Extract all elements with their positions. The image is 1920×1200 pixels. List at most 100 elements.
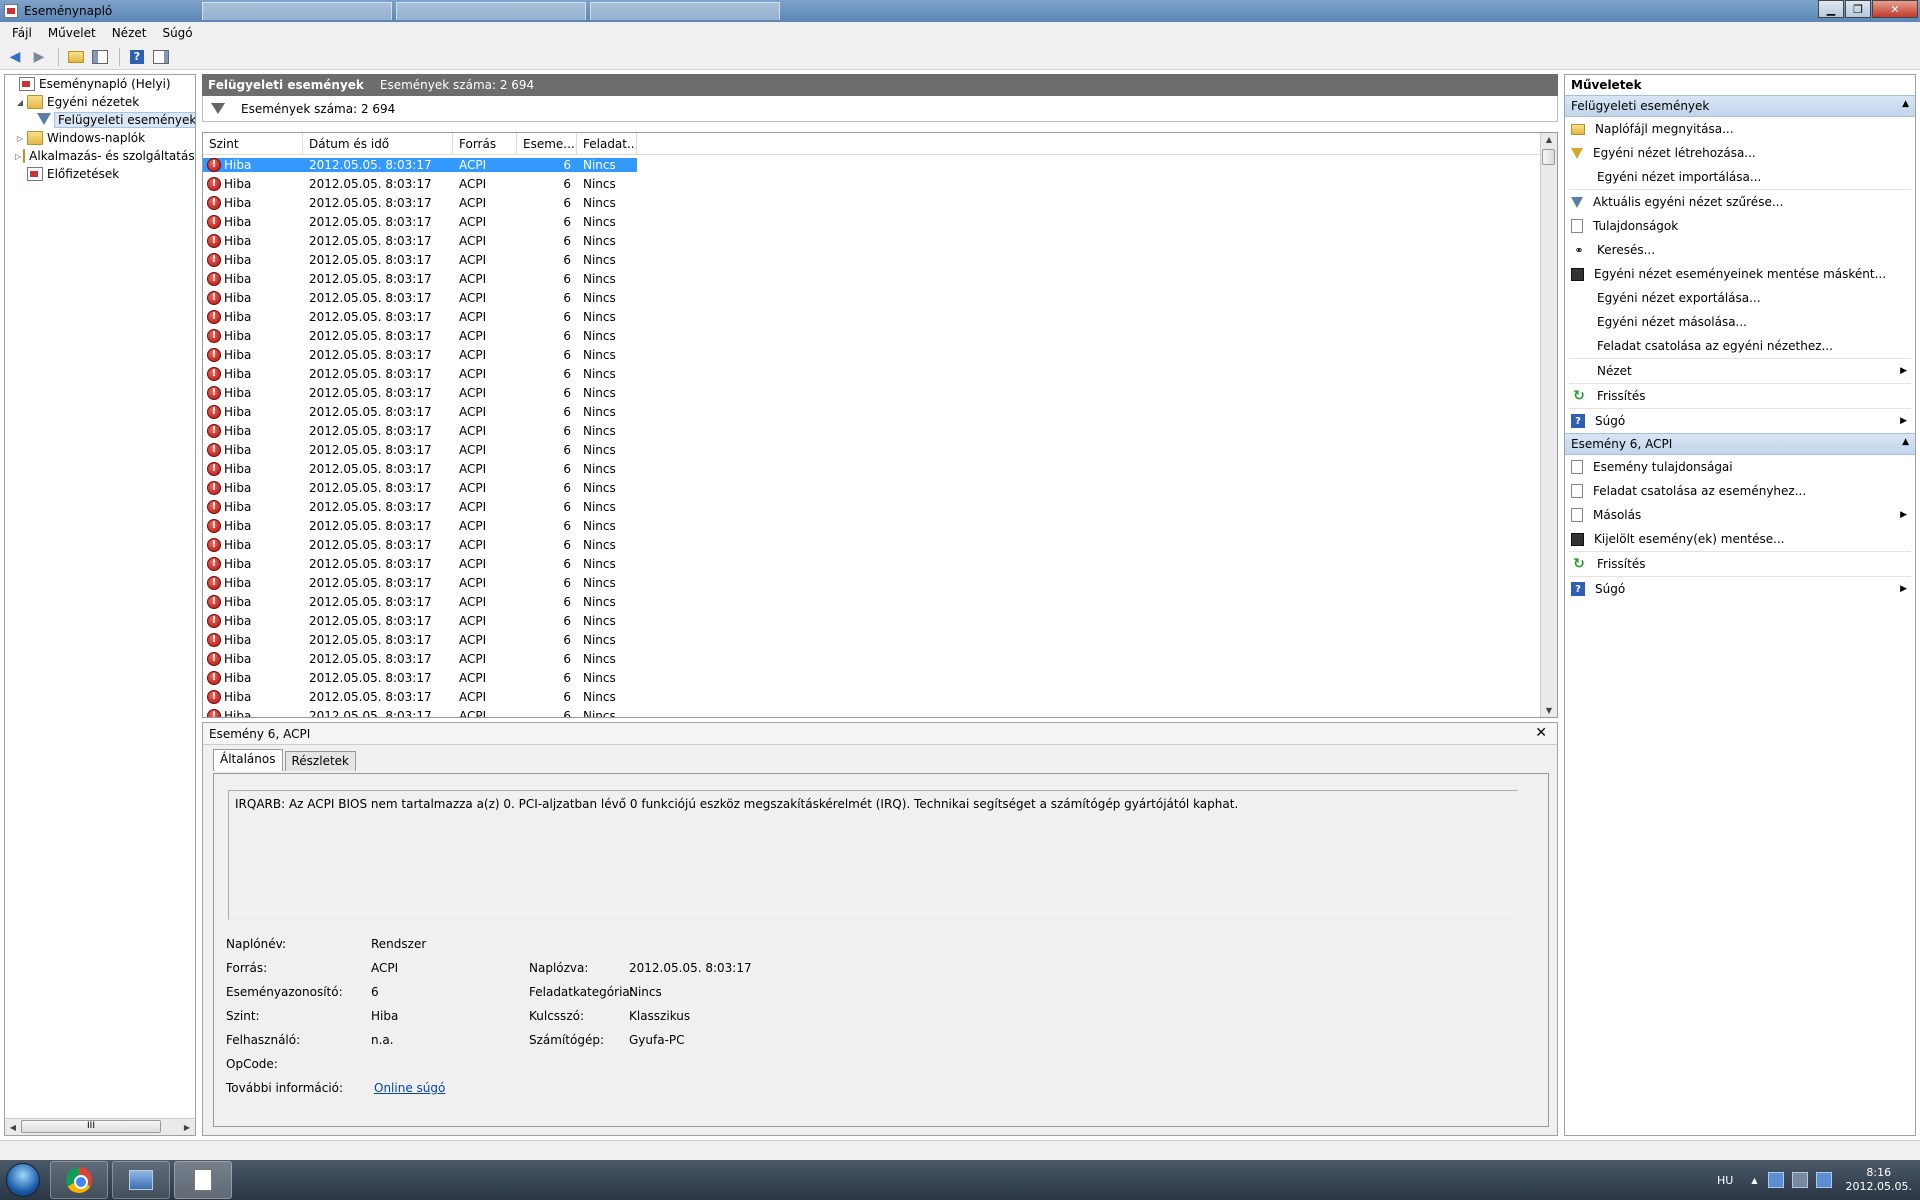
table-row[interactable]: ! Hiba 2012.05.05. 8:03:17 ACPI 6 Nincs	[203, 440, 1539, 459]
table-row[interactable]: ! Hiba 2012.05.05. 8:03:17 ACPI 6 Nincs	[203, 516, 1539, 535]
table-row[interactable]: ! Hiba 2012.05.05. 8:03:17 ACPI 6 Nincs	[203, 231, 1539, 250]
action-item[interactable]: Egyéni nézet importálása...	[1565, 165, 1915, 189]
online-help-link[interactable]: Online súgó	[371, 1081, 529, 1095]
table-row[interactable]: ! Hiba 2012.05.05. 8:03:17 ACPI 6 Nincs	[203, 459, 1539, 478]
tray-app-icon[interactable]	[1767, 1172, 1784, 1188]
tree-item-subscriptions[interactable]: Előfizetések	[5, 165, 195, 183]
table-row[interactable]: ! Hiba 2012.05.05. 8:03:17 ACPI 6 Nincs	[203, 193, 1539, 212]
expand-arrow-icon[interactable]: ▷	[15, 134, 25, 143]
menu-action[interactable]: Művelet	[40, 26, 104, 40]
scroll-right-icon[interactable]: ▶	[179, 1123, 195, 1132]
event-message[interactable]: IRQARB: Az ACPI BIOS nem tartalmazza a(z…	[228, 790, 1518, 920]
action-item[interactable]: Egyéni nézet létrehozása...	[1565, 141, 1915, 165]
action-item[interactable]: ↻ Frissítés	[1565, 384, 1915, 408]
collapse-up-icon[interactable]: ▲	[1902, 99, 1909, 109]
action-item[interactable]: Tulajdonságok	[1565, 214, 1915, 238]
menu-view[interactable]: Nézet	[104, 26, 155, 40]
action-item[interactable]: Naplófájl megnyitása...	[1565, 117, 1915, 141]
collapse-up-icon[interactable]: ▲	[1902, 437, 1909, 447]
actions-section-event[interactable]: Esemény 6, ACPI ▲	[1565, 433, 1915, 455]
table-row[interactable]: ! Hiba 2012.05.05. 8:03:17 ACPI 6 Nincs	[203, 155, 637, 174]
taskbar-event-viewer[interactable]	[174, 1161, 232, 1199]
taskbar-chrome[interactable]	[50, 1161, 108, 1199]
column-header-task[interactable]: Feladat...	[577, 133, 637, 154]
table-row[interactable]: ! Hiba 2012.05.05. 8:03:17 ACPI 6 Nincs	[203, 174, 1539, 193]
table-row[interactable]: ! Hiba 2012.05.05. 8:03:17 ACPI 6 Nincs	[203, 611, 1539, 630]
maximize-button[interactable]: ❐	[1845, 0, 1871, 18]
taskbar-control-panel[interactable]	[112, 1161, 170, 1199]
table-row[interactable]: ! Hiba 2012.05.05. 8:03:17 ACPI 6 Nincs	[203, 364, 1539, 383]
action-item[interactable]: Esemény tulajdonságai	[1565, 455, 1915, 479]
action-item[interactable]: ⚭ Keresés...	[1565, 238, 1915, 262]
close-window-button[interactable]: ✕	[1872, 0, 1918, 18]
tab-general[interactable]: Általános	[213, 749, 283, 771]
table-row[interactable]: ! Hiba 2012.05.05. 8:03:17 ACPI 6 Nincs	[203, 421, 1539, 440]
tree-item-admin-events[interactable]: Felügyeleti események	[5, 111, 195, 129]
table-row[interactable]: ! Hiba 2012.05.05. 8:03:17 ACPI 6 Nincs	[203, 592, 1539, 611]
menu-file[interactable]: Fájl	[4, 26, 40, 40]
action-item[interactable]: Aktuális egyéni nézet szűrése...	[1565, 190, 1915, 214]
expand-arrow-icon[interactable]: ▷	[15, 152, 21, 161]
tree-item-custom-views[interactable]: ◢ Egyéni nézetek	[5, 93, 195, 111]
action-item[interactable]: Kijelölt esemény(ek) mentése...	[1565, 527, 1915, 551]
table-row[interactable]: ! Hiba 2012.05.05. 8:03:17 ACPI 6 Nincs	[203, 649, 1539, 668]
scroll-thumb[interactable]: III	[21, 1120, 161, 1133]
scroll-left-icon[interactable]: ◀	[5, 1123, 21, 1132]
tree-item-root[interactable]: Eseménynapló (Helyi)	[5, 75, 195, 93]
show-hide-tree-icon[interactable]	[89, 46, 111, 68]
table-row[interactable]: ! Hiba 2012.05.05. 8:03:17 ACPI 6 Nincs	[203, 706, 1539, 717]
action-item[interactable]: Feladat csatolása az egyéni nézethez...	[1565, 334, 1915, 358]
table-row[interactable]: ! Hiba 2012.05.05. 8:03:17 ACPI 6 Nincs	[203, 288, 1539, 307]
column-header-source[interactable]: Forrás	[453, 133, 517, 154]
action-item[interactable]: ? Súgó ▶	[1565, 409, 1915, 433]
action-item[interactable]: Egyéni nézet exportálása...	[1565, 286, 1915, 310]
language-indicator[interactable]: HU	[1717, 1174, 1733, 1187]
calendar-icon[interactable]	[1815, 1172, 1832, 1188]
start-button[interactable]	[0, 1160, 46, 1200]
tree-item-windows-logs[interactable]: ▷ Windows-naplók	[5, 129, 195, 147]
table-row[interactable]: ! Hiba 2012.05.05. 8:03:17 ACPI 6 Nincs	[203, 573, 1539, 592]
column-header-level[interactable]: Szint	[203, 133, 303, 154]
action-item[interactable]: Nézet ▶	[1565, 359, 1915, 383]
scroll-down-icon[interactable]: ▼	[1541, 706, 1557, 715]
back-arrow-icon[interactable]: ◀	[4, 46, 26, 68]
action-item[interactable]: Egyéni nézet másolása...	[1565, 310, 1915, 334]
table-row[interactable]: ! Hiba 2012.05.05. 8:03:17 ACPI 6 Nincs	[203, 668, 1539, 687]
table-row[interactable]: ! Hiba 2012.05.05. 8:03:17 ACPI 6 Nincs	[203, 212, 1539, 231]
help-icon[interactable]: ?	[126, 46, 148, 68]
folder-up-icon[interactable]	[65, 46, 87, 68]
action-item[interactable]: ↻ Frissítés	[1565, 552, 1915, 576]
scroll-thumb[interactable]	[1542, 149, 1555, 165]
action-item[interactable]: Feladat csatolása az eseményhez...	[1565, 479, 1915, 503]
table-row[interactable]: ! Hiba 2012.05.05. 8:03:17 ACPI 6 Nincs	[203, 402, 1539, 421]
table-row[interactable]: ! Hiba 2012.05.05. 8:03:17 ACPI 6 Nincs	[203, 554, 1539, 573]
grid-vertical-scrollbar[interactable]: ▲ ▼	[1540, 133, 1557, 717]
close-icon[interactable]: ✕	[1535, 725, 1547, 741]
action-item[interactable]: Másolás ▶	[1565, 503, 1915, 527]
show-hide-action-pane-icon[interactable]	[150, 46, 172, 68]
tab-details[interactable]: Részletek	[284, 751, 356, 771]
action-item[interactable]: ? Súgó ▶	[1565, 577, 1915, 601]
show-hidden-icons-icon[interactable]: ▲	[1751, 1176, 1757, 1185]
table-row[interactable]: ! Hiba 2012.05.05. 8:03:17 ACPI 6 Nincs	[203, 250, 1539, 269]
column-header-date[interactable]: Dátum és idő	[303, 133, 453, 154]
collapse-arrow-icon[interactable]: ◢	[15, 98, 25, 107]
actions-section-admin-events[interactable]: Felügyeleti események ▲	[1565, 95, 1915, 117]
table-row[interactable]: ! Hiba 2012.05.05. 8:03:17 ACPI 6 Nincs	[203, 687, 1539, 706]
network-icon[interactable]	[1791, 1172, 1808, 1188]
table-row[interactable]: ! Hiba 2012.05.05. 8:03:17 ACPI 6 Nincs	[203, 478, 1539, 497]
table-row[interactable]: ! Hiba 2012.05.05. 8:03:17 ACPI 6 Nincs	[203, 630, 1539, 649]
clock[interactable]: 8:16 2012.05.05.	[1846, 1166, 1912, 1194]
minimize-button[interactable]: ▁	[1818, 0, 1844, 18]
table-row[interactable]: ! Hiba 2012.05.05. 8:03:17 ACPI 6 Nincs	[203, 269, 1539, 288]
column-header-event-id[interactable]: Eseme...	[517, 133, 577, 154]
table-row[interactable]: ! Hiba 2012.05.05. 8:03:17 ACPI 6 Nincs	[203, 326, 1539, 345]
menu-help[interactable]: Súgó	[154, 26, 200, 40]
table-row[interactable]: ! Hiba 2012.05.05. 8:03:17 ACPI 6 Nincs	[203, 383, 1539, 402]
scroll-up-icon[interactable]: ▲	[1541, 135, 1557, 144]
forward-arrow-icon[interactable]: ▶	[28, 46, 50, 68]
table-row[interactable]: ! Hiba 2012.05.05. 8:03:17 ACPI 6 Nincs	[203, 307, 1539, 326]
tree-item-app-logs[interactable]: ▷ Alkalmazás- és szolgáltatásn	[5, 147, 195, 165]
action-item[interactable]: Egyéni nézet eseményeinek mentése máskén…	[1565, 262, 1915, 286]
tree-horizontal-scrollbar[interactable]: ◀ III ▶	[5, 1118, 195, 1135]
